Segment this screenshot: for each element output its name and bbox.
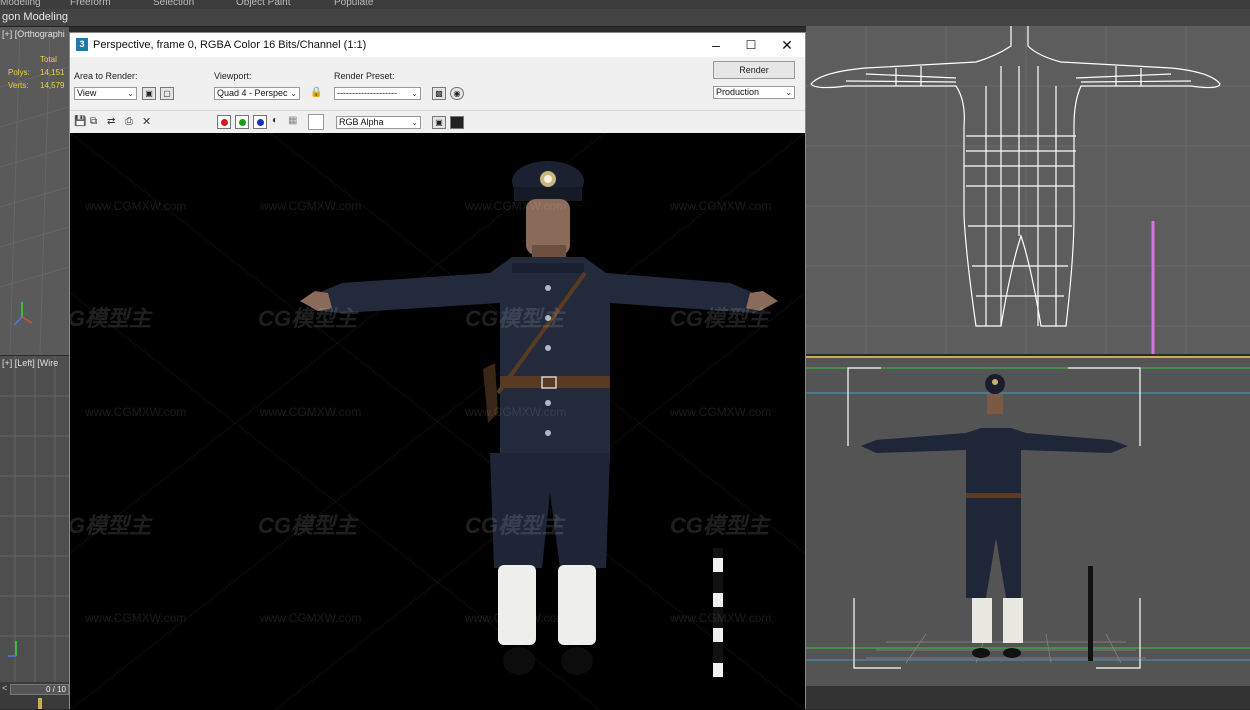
watermark-url: www.CGMXW.com	[260, 199, 362, 213]
clear-icon[interactable]: ✕	[142, 115, 151, 128]
clone-icon[interactable]: ⇄	[107, 116, 115, 127]
chevron-down-icon: ⌄	[411, 89, 418, 98]
watermark-logo: CG模型主	[465, 306, 565, 331]
viewport-perspective[interactable]	[806, 356, 1250, 688]
edit-region-icon[interactable]: ▣	[142, 87, 156, 100]
green-channel-icon[interactable]	[235, 115, 249, 129]
viewport-grid	[0, 356, 69, 682]
area-to-render-dropdown[interactable]: View ⌄	[74, 87, 137, 100]
tab-populate[interactable]: Populate	[334, 0, 373, 8]
window-titlebar[interactable]: 3 Perspective, frame 0, RGBA Color 16 Bi…	[70, 33, 805, 57]
render-controls: Area to Render: View ⌄ ▣ ▢ Viewport: Quad…	[70, 57, 805, 110]
render-toolbar: 💾 ⧉ ⇄ ⎙ ✕ ◐ ▦ RGB Alpha ⌄ ▣	[70, 110, 805, 134]
watermark-url: www.CGMXW.com	[260, 611, 362, 625]
ribbon-tabs: Modeling Freeform Selection Object Paint…	[0, 0, 1250, 9]
viewport-front-wireframe[interactable]	[806, 26, 1250, 354]
area-to-render-value: View	[77, 88, 97, 98]
viewport-left-wire[interactable]: [+] [Left] [Wire	[0, 356, 69, 682]
watermark-logo: CG模型主	[258, 306, 358, 331]
stats-verts-value: 14,579	[40, 81, 65, 90]
lock-icon[interactable]: 🔒	[310, 87, 322, 98]
watermark-url: www.CGMXW.com	[85, 405, 187, 419]
chevron-left-icon[interactable]: <	[2, 683, 7, 693]
chevron-down-icon: ⌄	[290, 89, 297, 98]
chevron-down-icon: ⌄	[127, 89, 134, 98]
watermark-url: www.CGMXW.com	[670, 199, 772, 213]
render-setup-icon[interactable]: ▩	[432, 87, 446, 100]
watermark-logo: CG模型主	[465, 513, 565, 538]
channel-dropdown[interactable]: RGB Alpha ⌄	[336, 116, 421, 129]
tab-freeform[interactable]: Freeform	[70, 0, 111, 8]
app-logo-icon: 3	[76, 38, 88, 51]
save-icon[interactable]: 💾	[74, 116, 86, 127]
time-slider-handle[interactable]: 0 / 10	[10, 684, 69, 695]
render-mode-dropdown[interactable]: Production ⌄	[713, 86, 795, 99]
viewport-orthographic[interactable]: [+] [Orthographi Total Polys: 14,151 Ver…	[0, 27, 69, 355]
channel-value: RGB Alpha	[339, 117, 384, 127]
viewport-value: Quad 4 - Perspec	[217, 88, 288, 98]
blue-channel-icon[interactable]	[253, 115, 267, 129]
watermark-url: www.CGMXW.com	[465, 405, 567, 419]
watermark-url: www.CGMXW.com	[85, 199, 187, 213]
render-mode-value: Production	[716, 87, 760, 97]
monochrome-icon[interactable]: ▦	[288, 115, 297, 126]
watermark-logo: CG模型主	[670, 306, 770, 331]
tab-object-paint[interactable]: Object Paint	[236, 0, 290, 8]
polygon-modeling-label[interactable]: gon Modeling	[2, 11, 68, 23]
wireframe-figure	[806, 26, 1250, 354]
stats-polys-value: 14,151	[40, 68, 65, 77]
watermark-logo: CG模型主	[70, 513, 152, 538]
environment-icon[interactable]: ◉	[450, 87, 464, 100]
time-marker	[38, 698, 42, 709]
close-icon[interactable]: ✕	[769, 33, 805, 57]
render-button[interactable]: Render	[713, 61, 795, 79]
render-canvas: www.CGMXW.com www.CGMXW.com www.CGMXW.co…	[70, 133, 805, 710]
watermark-url: www.CGMXW.com	[670, 405, 772, 419]
chevron-down-icon: ⌄	[411, 118, 418, 127]
chevron-down-icon: ⌄	[785, 88, 792, 97]
render-preset-label: Render Preset:	[334, 71, 395, 81]
stats-total-label: Total	[40, 55, 57, 64]
stats-polys-label: Polys:	[8, 68, 30, 77]
watermark-url: www.CGMXW.com	[465, 611, 567, 625]
viewport-label: Viewport:	[214, 71, 252, 81]
viewport-dropdown[interactable]: Quad 4 - Perspec ⌄	[214, 87, 300, 100]
alpha-channel-icon[interactable]: ◐	[272, 115, 278, 126]
window-title: Perspective, frame 0, RGBA Color 16 Bits…	[93, 39, 367, 51]
render-preset-dropdown[interactable]: -------------------- ⌄	[334, 87, 421, 100]
time-slider[interactable]: < 0 / 10	[0, 682, 69, 709]
toggle-ui-overlay-icon[interactable]: ▣	[432, 116, 446, 129]
watermark-logo: CG模型主	[70, 306, 152, 331]
copy-icon[interactable]: ⧉	[90, 116, 97, 127]
tab-selection[interactable]: Selection	[153, 0, 194, 8]
watermark-url: www.CGMXW.com	[465, 199, 567, 213]
print-icon[interactable]: ⎙	[125, 116, 133, 127]
watermark-logo: CG模型主	[670, 513, 770, 538]
watermark-logo: CG模型主	[258, 513, 358, 538]
viewport-label[interactable]: [+] [Orthographi	[2, 29, 65, 39]
area-to-render-label: Area to Render:	[74, 71, 138, 81]
watermark-url: www.CGMXW.com	[260, 405, 362, 419]
auto-region-icon[interactable]: ▢	[160, 87, 174, 100]
maximize-icon[interactable]: ☐	[733, 33, 769, 57]
minimize-icon[interactable]: –	[698, 33, 734, 57]
perspective-scene	[806, 367, 1250, 669]
frame-counter: 0 / 10	[45, 685, 66, 694]
status-bar	[806, 686, 1250, 709]
watermark-url: www.CGMXW.com	[85, 611, 187, 625]
render-preset-value: --------------------	[337, 88, 397, 98]
tab-modeling[interactable]: Modeling	[0, 0, 41, 8]
ribbon-subpanel: gon Modeling	[0, 9, 1250, 27]
watermark-url: www.CGMXW.com	[670, 611, 772, 625]
render-frame-window[interactable]: 3 Perspective, frame 0, RGBA Color 16 Bi…	[69, 32, 806, 710]
stats-verts-label: Verts:	[8, 81, 29, 90]
viewport-label[interactable]: [+] [Left] [Wire	[2, 358, 58, 368]
red-channel-icon[interactable]	[217, 115, 231, 129]
toggle-ui-icon[interactable]	[450, 116, 464, 129]
color-swatch[interactable]	[308, 114, 324, 130]
